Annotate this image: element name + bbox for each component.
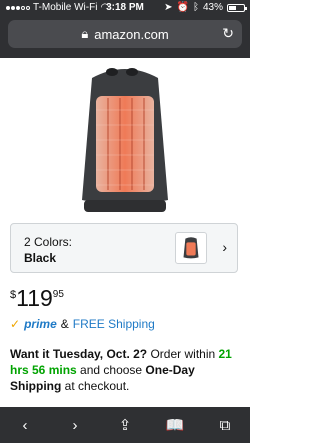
location-icon: ➤ [164, 2, 173, 13]
url-bar[interactable]: 🔒︎ amazon.com ↻ [8, 20, 242, 48]
prime-amp: & [60, 317, 69, 331]
status-bar: T-Mobile Wi-Fi ◠ 3:18 PM ➤ ⏰ ᛒ 43% [0, 0, 250, 16]
browser-chrome: T-Mobile Wi-Fi ◠ 3:18 PM ➤ ⏰ ᛒ 43% 🔒︎ am… [0, 0, 250, 58]
back-icon[interactable]: ‹ [11, 417, 39, 434]
share-icon[interactable]: ⇪ [111, 416, 139, 434]
delivery-text-3: at checkout. [61, 379, 130, 393]
status-right: ➤ ⏰ ᛒ 43% [164, 0, 247, 16]
prime-row: ✓ prime & FREE Shipping [10, 317, 155, 331]
free-shipping-link[interactable]: FREE Shipping [73, 317, 155, 331]
prime-check-icon: ✓ [10, 317, 21, 331]
battery-percent: 43% [202, 2, 223, 13]
delivery-text-2: and choose [76, 363, 146, 377]
color-thumbnail[interactable] [175, 232, 207, 264]
delivery-text-1: Order within [147, 347, 219, 361]
delivery-info: Want it Tuesday, Oct. 2? Order within 21… [10, 346, 242, 394]
delivery-date: Want it Tuesday, Oct. 2? [10, 347, 148, 361]
bookmarks-icon[interactable]: 📖 [161, 416, 189, 434]
browser-toolbar: ‹ › ⇪ 📖 ⧉ [0, 407, 250, 443]
space-heater-image[interactable] [70, 60, 180, 220]
alarm-icon: ⏰ [176, 2, 189, 13]
tabs-icon[interactable]: ⧉ [211, 417, 239, 434]
price: $ 119 95 [10, 286, 64, 310]
price-cents: 95 [52, 289, 64, 300]
space-heater-thumbnail-icon [183, 237, 199, 259]
bluetooth-icon: ᛒ [192, 2, 199, 13]
forward-icon[interactable]: › [61, 417, 89, 434]
reload-icon[interactable]: ↻ [222, 25, 234, 42]
color-count-label: 2 Colors: [24, 235, 73, 249]
color-selector[interactable]: 2 Colors: Black › [10, 223, 238, 273]
price-dollars: 119 [16, 285, 53, 311]
chevron-right-icon: › [222, 239, 227, 255]
prime-logo: prime [24, 317, 57, 331]
selected-color: Black [24, 251, 57, 265]
battery-icon [227, 4, 247, 12]
url-text: amazon.com [94, 26, 169, 42]
lock-icon: 🔒︎ [81, 26, 89, 41]
